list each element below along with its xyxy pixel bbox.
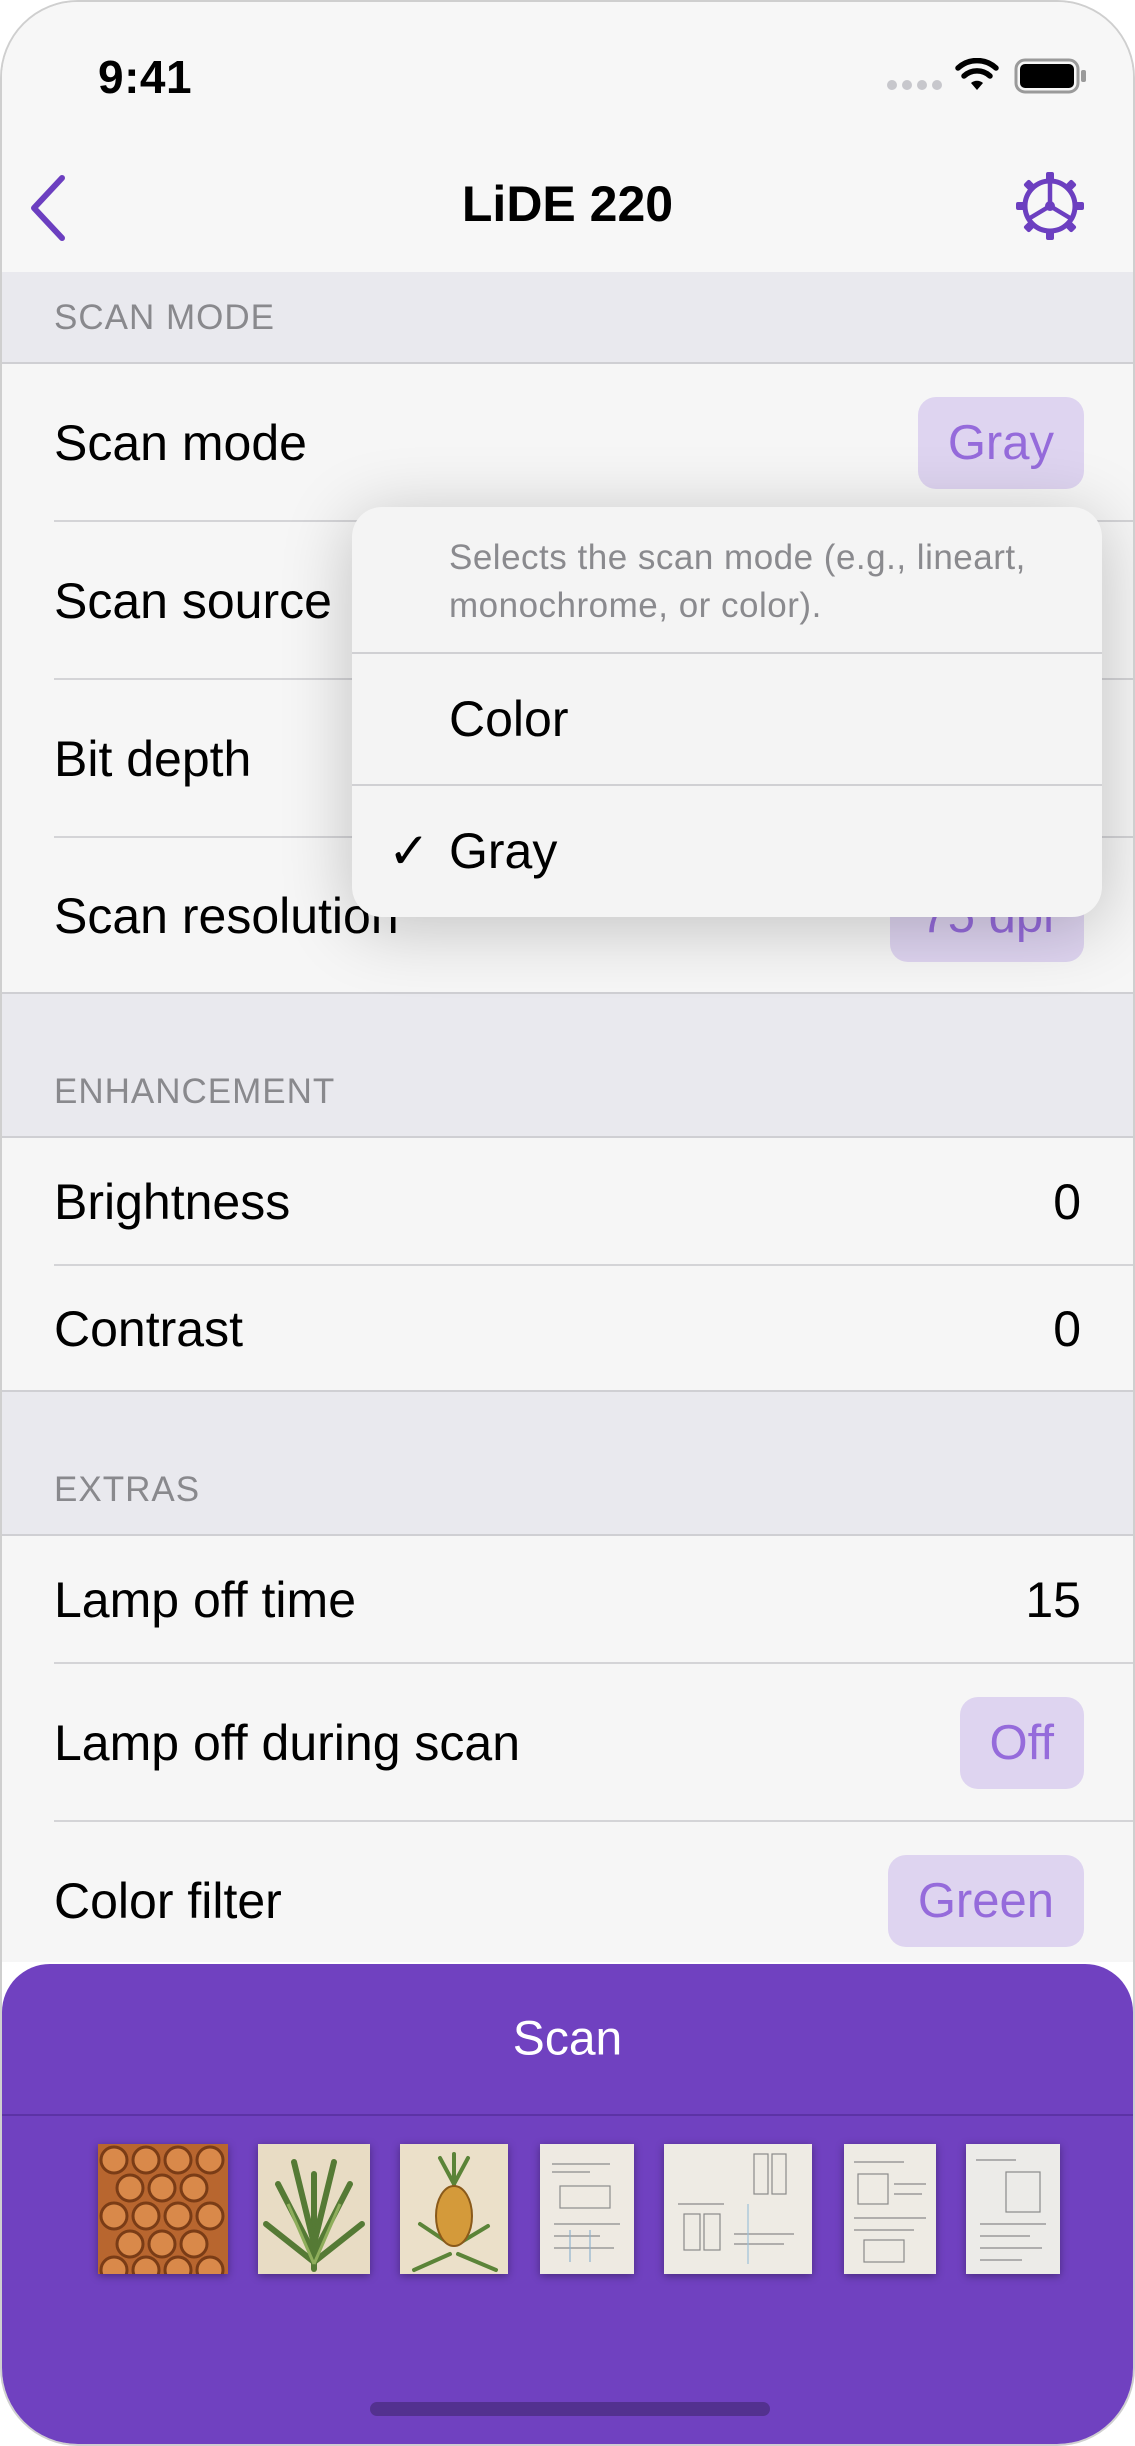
scan-mode-popup-menu: Selects the scan mode (e.g., lineart, mo… [352,507,1102,917]
menu-item-label: Color [449,691,569,747]
sketch-page-3-thumbnail[interactable] [844,2144,936,2274]
pineapple-plant-thumbnail[interactable] [400,2144,508,2274]
pineapple-top-thumbnail[interactable] [258,2144,370,2274]
status-bar: 9:41 [2,2,1133,142]
settings-gear-icon[interactable] [1014,170,1086,242]
sketch-page-2-thumbnail[interactable] [664,2144,812,2274]
menu-item-color[interactable]: Color [352,654,1102,784]
sketch-page-4-thumbnail[interactable] [966,2144,1060,2274]
navigation-bar: LiDE 220 [2,142,1133,274]
status-time: 9:41 [98,51,193,103]
cellular-signal-icon [887,80,942,90]
page-title: LiDE 220 [461,176,674,232]
pineapple-skin-thumbnail[interactable] [98,2144,228,2274]
scan-button[interactable]: Scan [2,1964,1133,2114]
checkmark-icon: ✓ [388,823,430,879]
wifi-icon [955,58,999,90]
panel-divider [2,2114,1133,2116]
scan-button-label: Scan [512,2012,623,2066]
home-indicator [370,2402,770,2416]
scan-panel: Scan [2,1964,1133,2444]
phone-screen: 9:41 LiDE 220 SCAN MODE Scan mode Gray S… [0,0,1135,2446]
menu-item-label: Gray [449,823,558,879]
sketch-page-1-thumbnail[interactable] [540,2144,634,2274]
menu-description: Selects the scan mode (e.g., lineart, mo… [449,538,1026,625]
menu-item-gray[interactable]: ✓ Gray [352,786,1102,916]
battery-icon [1014,58,1086,94]
